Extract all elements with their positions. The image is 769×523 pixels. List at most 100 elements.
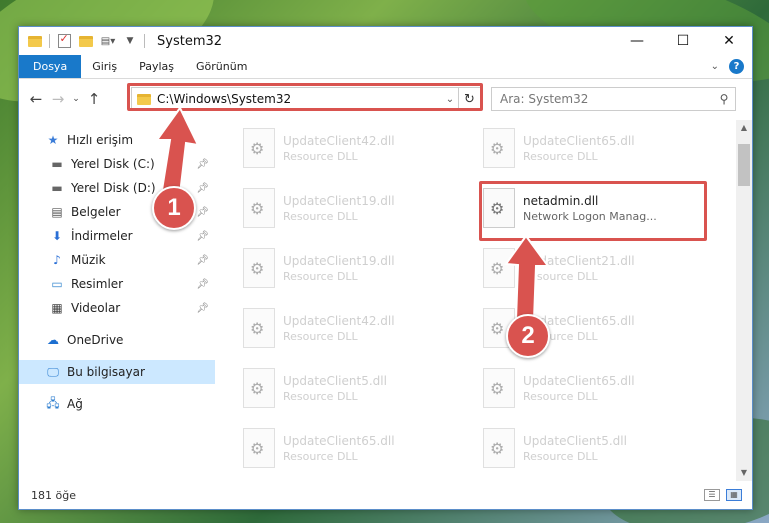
pin-icon[interactable]: 📌︎ — [196, 255, 209, 266]
details-view-icon[interactable]: ☰ — [704, 489, 720, 501]
address-highlight-box — [127, 83, 483, 111]
computer-icon: 🖵︎ — [47, 364, 59, 379]
maximize-icon[interactable]: ☐ — [660, 27, 706, 55]
window-title: System32 — [157, 33, 223, 49]
sidebar-item-videos[interactable]: ▦ Videolar 📌︎ — [19, 296, 215, 320]
sidebar-item-disk-c[interactable]: ▬ Yerel Disk (C:) 📌︎ — [19, 152, 215, 176]
sidebar-item-onedrive[interactable]: ☁ OneDrive — [19, 328, 215, 352]
pin-icon[interactable]: 📌︎ — [196, 231, 209, 242]
close-icon[interactable]: ✕ — [706, 27, 752, 55]
search-box[interactable]: Ara: System32 ⚲ — [491, 87, 736, 111]
recent-locations-icon[interactable]: ⌄ — [69, 94, 83, 104]
step-badge-1: 1 — [152, 186, 196, 230]
pictures-icon: ▭ — [51, 277, 63, 291]
download-icon: ⬇ — [51, 229, 63, 243]
divider — [144, 34, 145, 48]
dll-file-icon — [243, 248, 275, 288]
dll-file-icon — [243, 428, 275, 468]
expand-ribbon-icon[interactable]: ⌄ — [711, 61, 719, 72]
window-controls: — ☐ ✕ — [614, 27, 752, 55]
sidebar-item-label: Videolar — [71, 301, 121, 315]
dll-file-icon — [483, 248, 515, 288]
dll-file-icon — [483, 368, 515, 408]
sidebar-item-label: OneDrive — [67, 333, 124, 347]
star-icon: ★ — [47, 133, 59, 147]
drive-icon: ▬ — [51, 157, 63, 171]
file-type: Resource DLL — [283, 449, 358, 463]
properties-icon[interactable] — [56, 32, 72, 49]
file-type: Resource DLL — [283, 149, 358, 163]
file-type: Resource DLL — [283, 269, 358, 283]
sidebar-item-downloads[interactable]: ⬇ İndirmeler 📌︎ — [19, 224, 215, 248]
file-name: UpdateClient5.dll — [283, 373, 387, 388]
list-item[interactable]: UpdateClient19.dllResource DLL — [243, 184, 463, 232]
file-name: UpdateClient19.dll — [283, 253, 395, 268]
title-bar: ▤▾ ▼ System32 — ☐ ✕ — [19, 27, 752, 55]
file-type: Resource DLL — [523, 149, 598, 163]
list-item[interactable]: UpdateClient5.dllResource DLL — [483, 424, 703, 472]
file-list: UpdateClient42.dllResource DLL UpdateCli… — [215, 120, 752, 481]
tab-home[interactable]: Giriş — [81, 55, 128, 78]
dll-file-icon — [243, 308, 275, 348]
search-icon[interactable]: ⚲ — [713, 92, 735, 106]
list-item[interactable]: UpdateClient19.dllResource DLL — [243, 244, 463, 292]
sidebar-item-network[interactable]: 🖧︎ Ağ — [19, 392, 215, 416]
sidebar-item-label: Hızlı erişim — [67, 133, 134, 147]
tab-share[interactable]: Paylaş — [128, 55, 185, 78]
tab-view[interactable]: Görünüm — [185, 55, 258, 78]
scroll-down-icon[interactable]: ▼ — [736, 465, 752, 481]
list-item[interactable]: UpdateClient42.dllResource DLL — [243, 304, 463, 352]
dll-file-icon — [243, 188, 275, 228]
item-count: 181 öğe — [31, 488, 76, 502]
forward-arrow-icon[interactable]: → — [47, 90, 69, 108]
pin-icon[interactable]: 📌︎ — [196, 183, 209, 194]
scroll-thumb[interactable] — [738, 144, 750, 186]
file-type: Resource DLL — [523, 269, 598, 283]
dll-file-icon — [243, 128, 275, 168]
pin-icon[interactable]: 📌︎ — [196, 279, 209, 290]
list-item[interactable]: UpdateClient5.dllResource DLL — [243, 364, 463, 412]
sidebar-item-label: Resimler — [71, 277, 124, 291]
list-item[interactable]: UpdateClient65.dllResource DLL — [243, 424, 463, 472]
vertical-scrollbar[interactable]: ▲ ▼ — [736, 120, 752, 481]
file-highlight-box — [479, 181, 707, 241]
file-type: Resource DLL — [523, 389, 598, 403]
pin-icon[interactable]: 📌︎ — [196, 207, 209, 218]
folder-icon — [27, 33, 43, 49]
tab-file[interactable]: Dosya — [19, 55, 82, 78]
explorer-window: ▤▾ ▼ System32 — ☐ ✕ Dosya Giriş Paylaş G… — [18, 26, 753, 510]
up-arrow-icon[interactable]: ↑ — [83, 90, 105, 108]
new-folder-icon[interactable] — [78, 33, 94, 49]
file-name: UpdateClient42.dll — [283, 313, 395, 328]
sidebar-item-label: Yerel Disk (D:) — [71, 181, 156, 195]
scroll-up-icon[interactable]: ▲ — [736, 120, 752, 136]
back-arrow-icon[interactable]: ← — [25, 90, 47, 108]
sidebar-item-this-pc[interactable]: 🖵︎ Bu bilgisayar — [19, 360, 215, 384]
customize-toolbar-icon[interactable]: ▤▾ — [100, 33, 116, 49]
cloud-icon: ☁ — [47, 333, 59, 347]
pin-icon[interactable]: 📌︎ — [196, 159, 209, 170]
drive-icon: ▬ — [51, 181, 63, 195]
main-area: ★ Hızlı erişim ▬ Yerel Disk (C:) 📌︎ ▬ Ye… — [19, 120, 752, 481]
list-item[interactable]: UpdateClient42.dllResource DLL — [243, 124, 463, 172]
sidebar-item-label: Bu bilgisayar — [67, 365, 145, 379]
file-name: UpdateClient19.dll — [283, 193, 395, 208]
pin-icon[interactable]: 📌︎ — [196, 303, 209, 314]
sidebar-item-pictures[interactable]: ▭ Resimler 📌︎ — [19, 272, 215, 296]
list-item[interactable]: UpdateClient65.dllResource DLL — [483, 364, 703, 412]
sidebar-item-label: Yerel Disk (C:) — [71, 157, 155, 171]
navigation-pane: ★ Hızlı erişim ▬ Yerel Disk (C:) 📌︎ ▬ Ye… — [19, 120, 215, 481]
sidebar-item-label: Müzik — [71, 253, 106, 267]
list-item[interactable]: UpdateClient21.dllResource DLL — [483, 244, 703, 292]
search-input[interactable]: Ara: System32 — [500, 92, 713, 106]
help-icon[interactable]: ? — [729, 59, 744, 74]
minimize-icon[interactable]: — — [614, 27, 660, 55]
list-item[interactable]: UpdateClient65.dllResource DLL — [483, 124, 703, 172]
sidebar-item-quick-access[interactable]: ★ Hızlı erişim — [19, 128, 215, 152]
sidebar-item-label: Belgeler — [71, 205, 121, 219]
chevron-down-icon[interactable]: ▼ — [122, 33, 138, 49]
ribbon-tabs: Dosya Giriş Paylaş Görünüm ⌄ ? — [19, 55, 752, 79]
tiles-view-icon[interactable]: ▦ — [726, 489, 742, 501]
sidebar-item-music[interactable]: ♪ Müzik 📌︎ — [19, 248, 215, 272]
file-name: UpdateClient5.dll — [523, 433, 627, 448]
